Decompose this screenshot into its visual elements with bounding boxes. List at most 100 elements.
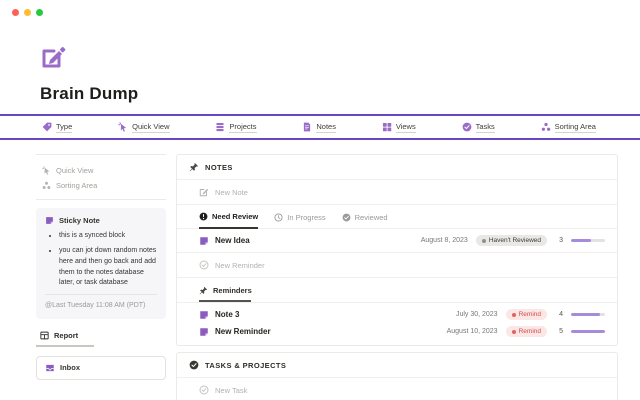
nav-item-views[interactable]: Views: [382, 122, 416, 133]
reminder-row[interactable]: Note 3 July 30, 2023 Remind 4: [177, 303, 617, 323]
tab-need-review[interactable]: Need Review: [199, 212, 258, 229]
reminder-row-date: July 30, 2023: [456, 311, 498, 318]
nav-item-label: Notes: [316, 122, 336, 133]
tasks-section: TASKS & PROJECTS New Task: [176, 352, 618, 400]
sticky-note-list: this is a synced block you can jot down …: [59, 231, 157, 289]
reminder-row[interactable]: New Reminder August 10, 2023 Remind 5: [177, 323, 617, 345]
note-row-count: 3: [555, 237, 563, 244]
progress-bar: [571, 330, 605, 333]
new-task-placeholder: New Task: [215, 386, 247, 395]
sticky-note-bullet: you can jot down random notes here and t…: [59, 246, 157, 289]
new-note-row[interactable]: New Note: [177, 180, 617, 205]
note-row-title: New Idea: [215, 236, 250, 245]
reminder-row-count: 5: [555, 328, 563, 335]
sidebar-link-quick-view[interactable]: Quick View: [36, 163, 166, 178]
nav-item-projects[interactable]: Projects: [215, 122, 256, 133]
divider: [36, 199, 166, 200]
progress-bar: [571, 313, 605, 316]
maximize-window-button[interactable]: [36, 9, 43, 16]
shapes-icon: [541, 122, 551, 132]
nav-item-label: Projects: [229, 122, 256, 133]
status-dot: [512, 330, 516, 334]
check-circle-icon: [189, 360, 199, 370]
tab-label: Need Review: [212, 212, 258, 221]
new-task-row[interactable]: New Task: [177, 378, 617, 400]
sticky-note-icon: [45, 216, 54, 225]
compose-pencil-icon: [40, 44, 66, 70]
tab-reminders-label: Reminders: [213, 286, 252, 295]
sticky-note-card: Sticky Note this is a synced block you c…: [36, 208, 166, 319]
nav-item-notes[interactable]: Notes: [302, 122, 336, 133]
sticky-note-timestamp: @Last Tuesday 11:08 AM (PDT): [45, 294, 157, 312]
new-reminder-row[interactable]: New Reminder: [177, 253, 617, 278]
reminder-row-count: 4: [555, 311, 563, 318]
navbar: Type Quick View Projects Notes Views: [0, 114, 640, 140]
remind-badge: Remind: [506, 326, 547, 337]
table-icon: [40, 331, 49, 340]
nav-item-tasks[interactable]: Tasks: [462, 122, 495, 133]
reminder-row-title: Note 3: [215, 310, 239, 319]
window-titlebar: [0, 0, 640, 16]
nav-item-label: Tasks: [476, 122, 495, 133]
note-row[interactable]: New Idea August 8, 2023 Haven't Reviewed…: [177, 229, 617, 253]
reminder-row-date: August 10, 2023: [447, 328, 498, 335]
sticky-note-bullet: this is a synced block: [59, 231, 157, 242]
reminder-row-title: New Reminder: [215, 327, 271, 336]
nav-item-label: Views: [396, 122, 416, 133]
document-icon: [302, 122, 312, 132]
nav-item-label: Sorting Area: [555, 122, 596, 133]
sidebar-link-label: Sorting Area: [56, 181, 97, 190]
pencil-square-icon: [199, 187, 209, 197]
tag-icon: [42, 122, 52, 132]
sticky-note-icon: [199, 327, 209, 337]
new-note-placeholder: New Note: [215, 188, 248, 197]
close-window-button[interactable]: [12, 9, 19, 16]
check-circle-outline-icon: [199, 385, 209, 395]
remind-badge: Remind: [506, 309, 547, 320]
nav-item-sorting-area[interactable]: Sorting Area: [541, 122, 596, 133]
notes-section: NOTES New Note Need Review: [176, 154, 618, 346]
sticky-note-icon: [199, 236, 209, 246]
nav-item-quick-view[interactable]: Quick View: [118, 122, 169, 133]
sidebar-link-sorting-area[interactable]: Sorting Area: [36, 178, 166, 193]
nav-item-type[interactable]: Type: [42, 122, 72, 133]
tab-reminders[interactable]: Reminders: [199, 286, 251, 302]
grid-icon: [382, 122, 392, 132]
page-header: Brain Dump: [0, 16, 640, 104]
note-row-date: August 8, 2023: [421, 237, 468, 244]
pin-icon: [199, 286, 208, 295]
main-column: NOTES New Note Need Review: [176, 154, 618, 400]
tab-report[interactable]: Report: [36, 331, 94, 347]
app-window: Brain Dump Type Quick View Projects Not: [0, 0, 640, 400]
notes-tabs: Need Review In Progress Reviewed: [177, 205, 617, 229]
exclamation-circle-icon: [199, 212, 208, 221]
sticky-note-title: Sticky Note: [59, 216, 100, 225]
progress-bar: [571, 239, 605, 242]
inbox-item[interactable]: Inbox: [36, 356, 166, 380]
sidebar-link-label: Quick View: [56, 166, 93, 175]
cursor-click-icon: [42, 166, 51, 175]
nav-item-label: Quick View: [132, 122, 169, 133]
tab-label: In Progress: [287, 213, 325, 222]
inbox-icon: [45, 363, 55, 373]
status-badge: Haven't Reviewed: [476, 235, 547, 246]
sidebar: Quick View Sorting Area Sticky Note this…: [36, 154, 166, 380]
check-circle-icon: [342, 213, 351, 222]
database-stack-icon: [215, 122, 225, 132]
page-title: Brain Dump: [40, 84, 640, 104]
content-area: Quick View Sorting Area Sticky Note this…: [0, 140, 640, 400]
status-dot: [482, 239, 486, 243]
tab-report-label: Report: [54, 331, 78, 340]
sticky-note-icon: [199, 310, 209, 320]
minimize-window-button[interactable]: [24, 9, 31, 16]
check-circle-icon: [462, 122, 472, 132]
check-circle-outline-icon: [199, 260, 209, 270]
notes-section-title: NOTES: [205, 163, 233, 172]
inbox-label: Inbox: [60, 363, 80, 372]
status-dot: [512, 313, 516, 317]
tab-in-progress[interactable]: In Progress: [274, 212, 325, 228]
tab-label: Reviewed: [355, 213, 388, 222]
pin-icon: [189, 162, 199, 172]
tab-reviewed[interactable]: Reviewed: [342, 212, 388, 228]
cursor-click-icon: [118, 122, 128, 132]
